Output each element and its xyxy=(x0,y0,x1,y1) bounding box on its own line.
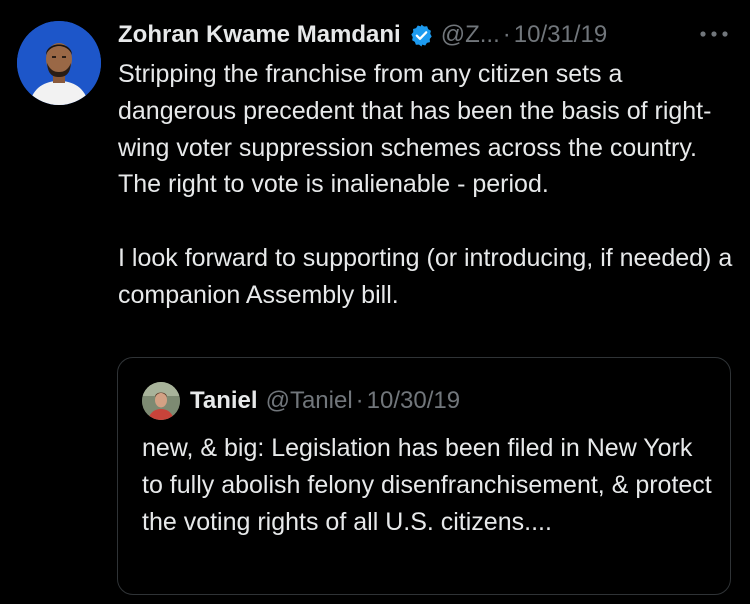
header-separator: · xyxy=(502,21,511,48)
author-avatar[interactable] xyxy=(17,21,101,105)
quoted-header-separator: · xyxy=(355,387,364,414)
verified-badge-icon xyxy=(409,23,434,48)
author-name[interactable]: Zohran Kwame Mamdani xyxy=(118,21,401,49)
more-options-icon[interactable] xyxy=(697,26,733,42)
quoted-tweet[interactable]: Taniel @Taniel · 10/30/19 new, & big: Le… xyxy=(117,357,731,595)
quoted-author-name[interactable]: Taniel xyxy=(190,387,258,415)
quoted-tweet-date[interactable]: 10/30/19 xyxy=(367,387,460,415)
quoted-author-handle[interactable]: @Taniel xyxy=(266,387,353,415)
quoted-author-avatar[interactable] xyxy=(142,382,180,420)
author-handle[interactable]: @Z... xyxy=(441,21,500,49)
tweet-date[interactable]: 10/31/19 xyxy=(514,21,607,49)
tweet-header: Zohran Kwame Mamdani @Z... · 10/31/19 xyxy=(118,16,738,54)
quoted-tweet-header: Taniel @Taniel · 10/30/19 xyxy=(190,383,460,419)
quoted-tweet-text: new, & big: Legislation has been filed i… xyxy=(142,434,712,536)
tweet-text: Stripping the franchise from any citizen… xyxy=(118,60,733,309)
